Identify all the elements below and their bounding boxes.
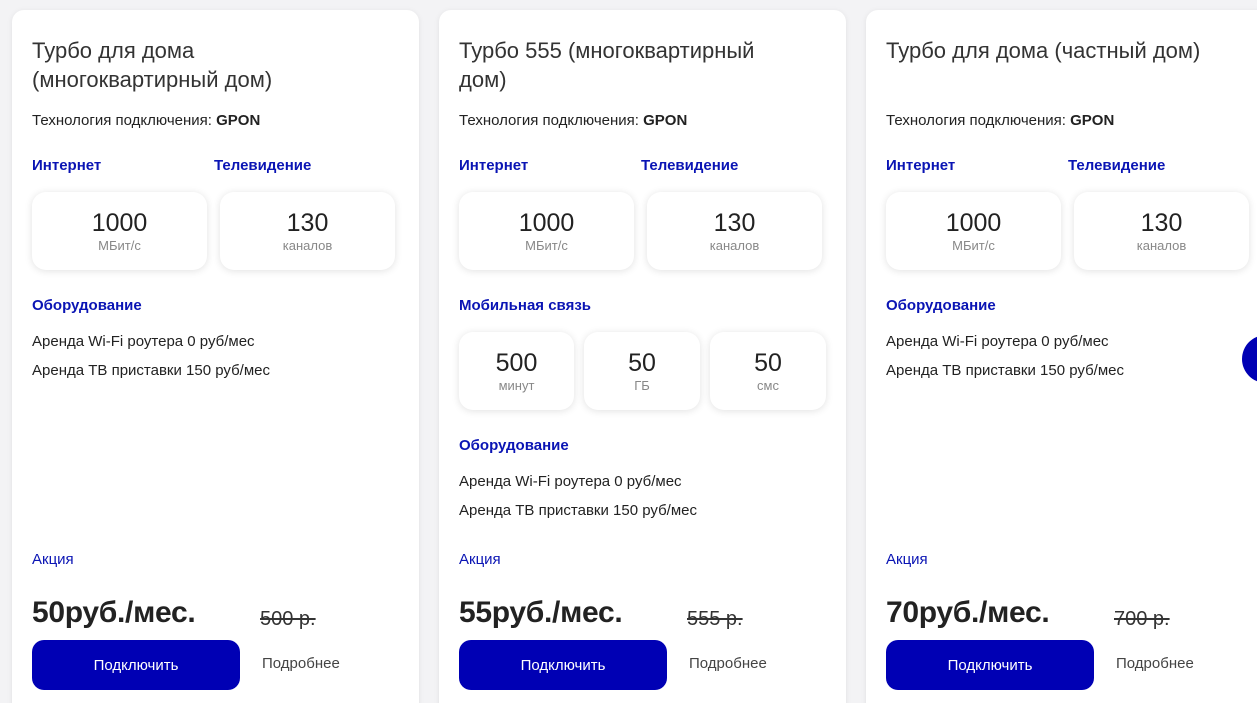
promo-link[interactable]: Акция bbox=[886, 551, 928, 568]
tv-channels-box: 130 каналов bbox=[220, 192, 395, 270]
tech-value: GPON bbox=[216, 112, 261, 129]
tv-channels-unit: каналов bbox=[282, 238, 333, 253]
equipment-item: Аренда Wi-Fi роутера 0 руб/мес bbox=[32, 333, 255, 350]
internet-speed-value: 1000 bbox=[91, 209, 148, 237]
tariff-title: Турбо для дома (частный дом) bbox=[886, 38, 1201, 63]
internet-speed-box: 1000 МБит/с bbox=[459, 192, 634, 270]
internet-speed-unit: МБит/с bbox=[952, 238, 995, 253]
connection-technology: Технология подключения: GPON bbox=[459, 112, 687, 129]
equipment-label: Оборудование bbox=[32, 297, 142, 314]
connection-technology: Технология подключения: GPON bbox=[32, 112, 260, 129]
internet-speed-value: 1000 bbox=[518, 209, 575, 237]
data-gb-value: 50 bbox=[628, 349, 656, 377]
internet-label: Интернет bbox=[32, 157, 102, 174]
equipment-label: Оборудование bbox=[459, 437, 569, 454]
more-details-link[interactable]: Подробнее bbox=[262, 655, 340, 672]
tariff-card: Турбо 555 (многоквартирный дом) Технолог… bbox=[439, 10, 846, 703]
tv-channels-value: 130 bbox=[713, 209, 756, 237]
internet-speed-unit: МБит/с bbox=[98, 238, 141, 253]
tariff-card: Турбо для дома (многоквартирный дом) Тех… bbox=[12, 10, 419, 703]
old-price: 500 р. bbox=[260, 608, 316, 630]
price: 55руб./мес. bbox=[459, 596, 623, 629]
internet-label: Интернет bbox=[886, 157, 956, 174]
equipment-label: Оборудование bbox=[886, 297, 996, 314]
tech-label: Технология подключения: bbox=[886, 112, 1066, 129]
tv-label: Телевидение bbox=[641, 157, 739, 174]
tech-value: GPON bbox=[1070, 112, 1115, 129]
data-gb-unit: ГБ bbox=[634, 378, 650, 393]
old-price: 700 р. bbox=[1114, 608, 1170, 630]
tariff-title: Турбо 555 (многоквартирный дом) bbox=[459, 38, 755, 92]
tech-label: Технология подключения: bbox=[459, 112, 639, 129]
sms-value: 50 bbox=[754, 349, 782, 377]
minutes-value: 500 bbox=[495, 349, 538, 377]
tariff-carousel: Турбо для дома (многоквартирный дом) Тех… bbox=[0, 0, 1257, 703]
tv-channels-value: 130 bbox=[286, 209, 329, 237]
sms-box: 50 смс bbox=[710, 332, 826, 410]
equipment-item: Аренда Wi-Fi роутера 0 руб/мес bbox=[459, 473, 682, 490]
internet-speed-value: 1000 bbox=[945, 209, 1002, 237]
data-gb-box: 50 ГБ bbox=[584, 332, 700, 410]
minutes-box: 500 минут bbox=[459, 332, 574, 410]
promo-link[interactable]: Акция bbox=[459, 551, 501, 568]
old-price: 555 р. bbox=[687, 608, 743, 630]
tech-value: GPON bbox=[643, 112, 688, 129]
more-details-link[interactable]: Подробнее bbox=[689, 655, 767, 672]
equipment-item: Аренда Wi-Fi роутера 0 руб/мес bbox=[886, 333, 1109, 350]
connection-technology: Технология подключения: GPON bbox=[886, 112, 1114, 129]
more-details-link[interactable]: Подробнее bbox=[1116, 655, 1194, 672]
tv-label: Телевидение bbox=[214, 157, 312, 174]
internet-speed-box: 1000 МБит/с bbox=[886, 192, 1061, 270]
internet-label: Интернет bbox=[459, 157, 529, 174]
sms-unit: смс bbox=[757, 378, 779, 393]
minutes-unit: минут bbox=[498, 378, 535, 393]
connect-button[interactable]: Подключить bbox=[32, 640, 240, 690]
price: 50руб./мес. bbox=[32, 596, 196, 629]
equipment-item: Аренда ТВ приставки 150 руб/мес bbox=[459, 502, 697, 519]
tech-label: Технология подключения: bbox=[32, 112, 212, 129]
tv-channels-unit: каналов bbox=[709, 238, 760, 253]
connect-button[interactable]: Подключить bbox=[886, 640, 1094, 690]
tv-channels-value: 130 bbox=[1140, 209, 1183, 237]
tv-channels-box: 130 каналов bbox=[1074, 192, 1249, 270]
price: 70руб./мес. bbox=[886, 596, 1050, 629]
equipment-item: Аренда ТВ приставки 150 руб/мес bbox=[32, 362, 270, 379]
mobile-label: Мобильная связь bbox=[459, 297, 592, 314]
tv-channels-unit: каналов bbox=[1136, 238, 1187, 253]
promo-link[interactable]: Акция bbox=[32, 551, 74, 568]
internet-speed-unit: МБит/с bbox=[525, 238, 568, 253]
connect-button[interactable]: Подключить bbox=[459, 640, 667, 690]
internet-speed-box: 1000 МБит/с bbox=[32, 192, 207, 270]
tariff-title: Турбо для дома (многоквартирный дом) bbox=[32, 38, 273, 92]
tariff-card: Турбо для дома (частный дом) Технология … bbox=[866, 10, 1257, 703]
tv-label: Телевидение bbox=[1068, 157, 1166, 174]
equipment-item: Аренда ТВ приставки 150 руб/мес bbox=[886, 362, 1124, 379]
tv-channels-box: 130 каналов bbox=[647, 192, 822, 270]
